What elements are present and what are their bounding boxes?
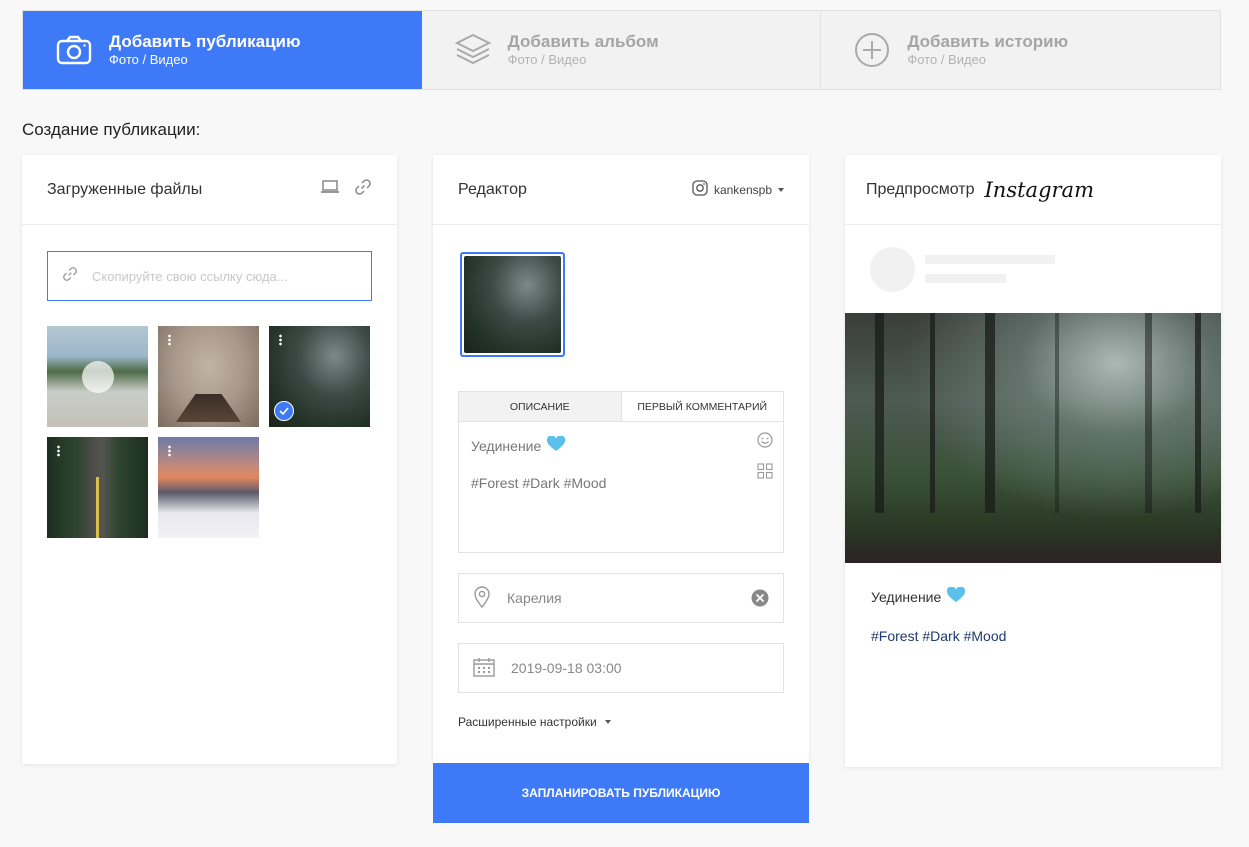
tree-trunk xyxy=(1145,313,1152,513)
thumbnail-pier[interactable] xyxy=(158,326,259,427)
tab-add-story-subtitle: Фото / Видео xyxy=(907,52,987,67)
editor-title: Редактор xyxy=(458,180,527,198)
description-text: Уединение xyxy=(471,437,542,454)
more-options-icon[interactable] xyxy=(279,334,282,346)
tab-add-story[interactable]: Добавить историю Фото / Видео xyxy=(821,11,1220,89)
more-options-icon[interactable] xyxy=(57,445,60,457)
tab-add-album[interactable]: Добавить альбом Фото / Видео xyxy=(422,11,822,89)
tab-add-album-subtitle: Фото / Видео xyxy=(507,52,587,67)
preview-caption: Уединение xyxy=(871,586,966,606)
selected-media-thumbnail[interactable] xyxy=(460,252,565,357)
tab-add-story-title: Добавить историю xyxy=(907,32,1069,51)
advanced-settings-label: Расширенные настройки xyxy=(458,715,597,729)
tab-add-post-title: Добавить публикацию xyxy=(109,32,301,51)
checkmark-icon xyxy=(274,401,294,421)
datetime-field[interactable]: 2019-09-18 03:00 xyxy=(458,643,784,693)
preview-tags: #Forest #Dark #Mood xyxy=(871,628,1007,644)
link-paste-field[interactable] xyxy=(47,251,372,301)
caret-down-icon xyxy=(604,720,611,724)
section-title: Создание публикации: xyxy=(22,120,201,139)
more-options-icon[interactable] xyxy=(168,334,171,346)
more-options-icon[interactable] xyxy=(168,445,171,457)
description-editor: Описание Первый комментарий Уединение #F… xyxy=(458,391,784,553)
tab-add-post-subtitle: Фото / Видео xyxy=(109,52,188,67)
instagram-logo: Instagram xyxy=(984,177,1094,202)
preview-header: Предпросмотр Instagram xyxy=(845,155,1221,225)
uploaded-files-panel: Загруженные файлы xyxy=(22,155,397,764)
grid-icon[interactable] xyxy=(757,463,773,484)
tree-trunk xyxy=(930,313,935,513)
tree-trunk xyxy=(1195,313,1201,513)
layers-icon xyxy=(454,31,492,69)
datetime-value: 2019-09-18 03:00 xyxy=(511,660,622,676)
road-line xyxy=(96,477,99,538)
location-placeholder xyxy=(925,274,1006,283)
avatar-placeholder xyxy=(870,247,915,292)
heart-icon xyxy=(947,586,966,606)
thumbnail-mountains[interactable] xyxy=(158,437,259,538)
tree-trunk xyxy=(1055,313,1059,513)
schedule-post-button[interactable]: Запланировать публикацию xyxy=(433,763,809,823)
preview-caption-text: Уединение xyxy=(871,588,942,605)
thumbnail-beach[interactable] xyxy=(47,326,148,427)
loading-indicator xyxy=(82,361,114,393)
pier-deck xyxy=(176,394,241,422)
tree-trunk xyxy=(875,313,884,513)
editor-panel: Редактор kankenspb Описание Первый комме… xyxy=(433,155,809,763)
account-name: kankenspb xyxy=(713,182,772,197)
uploaded-files-title: Загруженные файлы xyxy=(47,180,203,198)
account-selector[interactable]: kankenspb xyxy=(692,180,784,199)
instagram-icon xyxy=(692,180,708,199)
preview-panel: Предпросмотр Instagram Уединение #Forest… xyxy=(845,155,1221,767)
tab-add-album-title: Добавить альбом xyxy=(507,32,659,51)
thumbnail-forest[interactable] xyxy=(269,326,370,427)
location-value: Карелия xyxy=(507,590,562,606)
preview-image xyxy=(845,313,1221,563)
description-tabs: Описание Первый комментарий xyxy=(459,392,783,422)
tab-first-comment[interactable]: Первый комментарий xyxy=(622,392,784,421)
calendar-icon xyxy=(473,657,495,680)
laptop-icon[interactable] xyxy=(320,180,340,199)
username-placeholder xyxy=(925,255,1055,264)
thumbnail-road[interactable] xyxy=(47,437,148,538)
preview-title: Предпросмотр xyxy=(866,180,975,198)
editor-header: Редактор kankenspb xyxy=(433,155,809,225)
location-pin-icon xyxy=(473,585,491,611)
location-field[interactable]: Карелия xyxy=(458,573,784,623)
thumbnail-grid xyxy=(47,326,377,538)
advanced-settings-toggle[interactable]: Расширенные настройки xyxy=(458,715,611,729)
caret-down-icon xyxy=(778,187,784,192)
link-icon[interactable] xyxy=(354,178,372,201)
selected-media-image xyxy=(464,256,561,353)
description-tags: #Forest #Dark #Mood xyxy=(471,475,607,491)
emoji-icon[interactable] xyxy=(757,432,773,453)
tree-trunk xyxy=(985,313,995,513)
tab-description[interactable]: Описание xyxy=(459,392,622,421)
publication-type-tabs: Добавить публикацию Фото / Видео Добавит… xyxy=(22,10,1221,90)
clear-icon[interactable] xyxy=(751,589,769,610)
plus-circle-icon xyxy=(853,31,891,69)
heart-icon xyxy=(547,435,566,455)
link-input[interactable] xyxy=(92,268,342,284)
description-textarea[interactable]: Уединение #Forest #Dark #Mood xyxy=(459,422,783,505)
link-icon xyxy=(62,266,78,287)
uploaded-files-header: Загруженные файлы xyxy=(22,155,397,225)
camera-icon xyxy=(55,31,93,69)
tab-add-post[interactable]: Добавить публикацию Фото / Видео xyxy=(23,11,422,89)
